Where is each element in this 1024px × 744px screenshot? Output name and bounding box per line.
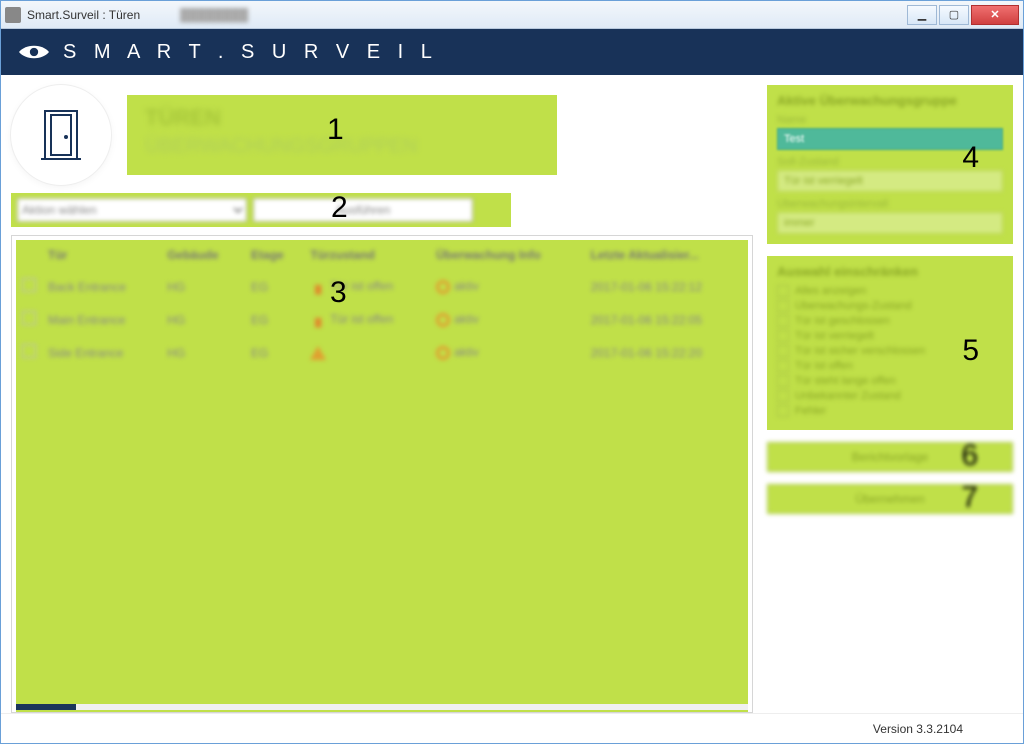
table-row[interactable]: Back Entrance HG EG Tür ist offen aktiv … (16, 270, 748, 303)
horizontal-scrollbar[interactable] (16, 704, 748, 710)
footer: Version 3.3.2104 (1, 713, 1023, 743)
warning-icon (310, 346, 326, 360)
window-title: Smart.Surveil : Türen (27, 8, 140, 22)
col-monitor[interactable]: Überwachung Info (430, 240, 584, 270)
row-checkbox[interactable] (22, 344, 36, 358)
monitor-ring-icon (436, 346, 450, 360)
annotation-1: 1 (327, 113, 344, 147)
minimize-button[interactable] (907, 5, 937, 25)
background-tab: ████████ (180, 8, 248, 22)
client-area: S M A R T . S U R V E I L Simons≡Voss te… (1, 29, 1023, 743)
annotation-6: 6 (961, 439, 978, 473)
maximize-button[interactable] (939, 5, 969, 25)
panel-title: Aktive Überwachungsgruppe (777, 93, 1003, 108)
report-template-button-highlight-6[interactable]: Berichtvorlage 6 (767, 442, 1013, 472)
filter-option[interactable]: Tür steht lange offen (777, 375, 1003, 387)
header-highlight-1: TÜREN ÜBERWACHUNGSGRUPPEN 1 (127, 95, 557, 175)
button-label: Übernehmen (855, 492, 924, 506)
annotation-7: 7 (961, 481, 978, 515)
field-label: Name (777, 114, 1003, 126)
eye-icon (17, 42, 51, 62)
monitor-ring-icon (436, 313, 450, 327)
annotation-3: 3 (330, 276, 347, 310)
col-last[interactable]: Letzte Aktualisier... (585, 240, 748, 270)
filter-option[interactable]: Unbekannter Zustand (777, 390, 1003, 402)
table-row[interactable]: Main Entrance HG EG Tür ist offen aktiv … (16, 303, 748, 336)
door-icon (11, 85, 111, 185)
door-state-icon (310, 312, 326, 328)
filter-option[interactable]: Alles anzeigen (777, 285, 1003, 297)
close-button[interactable] (971, 5, 1019, 25)
action-row-highlight-2: Aktion wählen Ausführen 2 (11, 193, 511, 227)
door-table: Tür Gebäude Etage Türzustand Überwachung… (16, 240, 748, 369)
monitor-ring-icon (436, 280, 450, 294)
col-building[interactable]: Gebäude (161, 240, 245, 270)
filter-option[interactable]: Überwachungs-Zustand (777, 300, 1003, 312)
col-state[interactable]: Türzustand (304, 240, 430, 270)
execute-button[interactable]: Ausführen (253, 198, 473, 222)
door-table-highlight-3: Tür Gebäude Etage Türzustand Überwachung… (11, 235, 753, 713)
brand-bar: S M A R T . S U R V E I L (1, 29, 1023, 75)
row-checkbox[interactable] (22, 278, 36, 292)
row-checkbox[interactable] (22, 311, 36, 325)
annotation-4: 4 (962, 141, 979, 175)
table-row[interactable]: Side Entrance HG EG aktiv 2017-01-06 15:… (16, 336, 748, 369)
button-label: Berichtvorlage (852, 450, 929, 464)
filter-panel-highlight-5: Auswahl einschränken Alles anzeigen Über… (767, 256, 1013, 430)
annotation-2: 2 (331, 191, 348, 225)
filter-option[interactable]: Tür ist geschlossen (777, 315, 1003, 327)
col-door[interactable]: Tür (42, 240, 161, 270)
annotation-5: 5 (962, 334, 979, 368)
filter-option[interactable]: Fehler (777, 405, 1003, 417)
brand-text: S M A R T . S U R V E I L (63, 41, 438, 64)
app-icon (5, 7, 21, 23)
apply-button-highlight-7[interactable]: Übernehmen 7 (767, 484, 1013, 514)
app-window: Smart.Surveil : Türen ████████ S M A R T… (0, 0, 1024, 744)
door-state-icon (310, 279, 326, 295)
field-label: Überwachungsintervall (777, 198, 1003, 210)
titlebar: Smart.Surveil : Türen ████████ (1, 1, 1023, 29)
panel-title: Auswahl einschränken (777, 264, 1003, 279)
active-group-panel-highlight-4: Aktive Überwachungsgruppe Name Test Soll… (767, 85, 1013, 244)
col-floor[interactable]: Etage (245, 240, 304, 270)
page-header: TÜREN ÜBERWACHUNGSGRUPPEN 1 (11, 85, 753, 185)
interval-field[interactable]: immer (777, 212, 1003, 234)
action-select[interactable]: Aktion wählen (17, 198, 247, 222)
version-label: Version 3.3.2104 (873, 722, 963, 736)
